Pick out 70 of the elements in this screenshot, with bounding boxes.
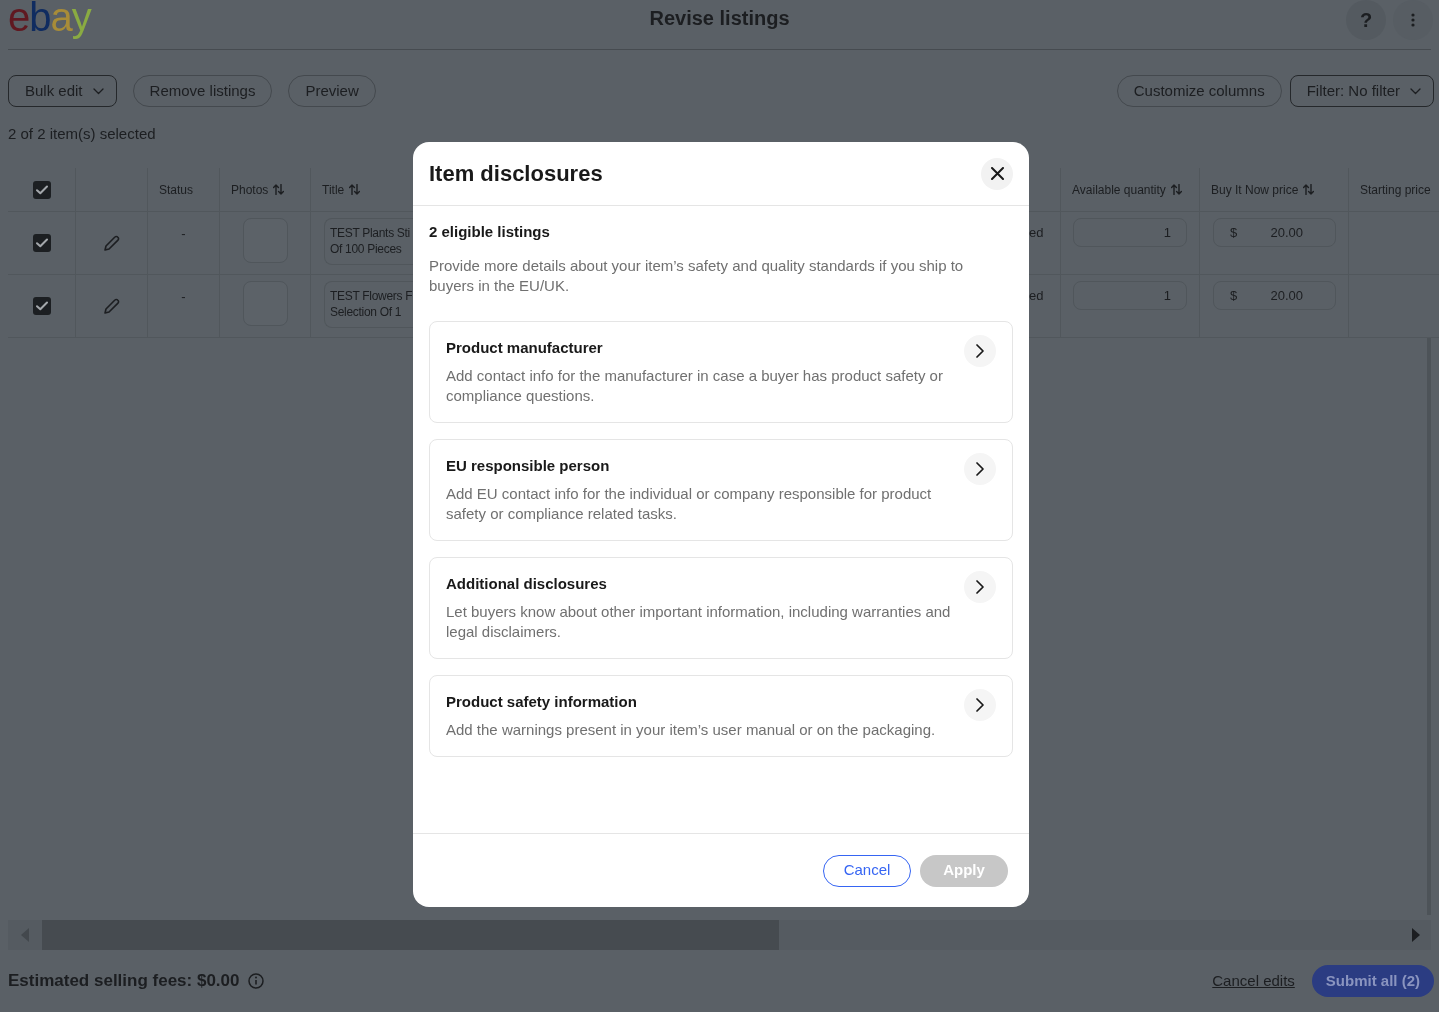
- sort-icon: [1303, 184, 1315, 195]
- chevron-right-icon: [976, 580, 984, 594]
- eligible-count: 2 eligible listings: [429, 222, 551, 242]
- card-title: EU responsible person: [446, 456, 611, 476]
- column-header: Starting price: [1360, 181, 1431, 199]
- open-button[interactable]: [964, 335, 996, 367]
- caret-right-icon: [1412, 928, 1420, 942]
- submit-button[interactable]: Submit all (2): [1311, 965, 1434, 997]
- column-header[interactable]: Photos: [231, 180, 285, 199]
- dialog-description: Provide more details about your item’s safety and quality standards if you ship to buyers in the EU/UK.: [429, 256, 965, 296]
- check-icon: [35, 184, 48, 195]
- pencil-icon: [102, 296, 121, 316]
- dropdown-button[interactable]: Bulk edit: [8, 75, 117, 107]
- check-icon: [35, 301, 48, 311]
- column-header[interactable]: Available quantity: [1072, 180, 1182, 199]
- card-description: Let buyers know about other important information, including warranties and legal disclaimers.: [446, 602, 952, 642]
- column-header[interactable]: Buy It Now price: [1211, 180, 1315, 199]
- chevron-down-icon: [1410, 87, 1421, 95]
- card-title: Product safety information: [446, 692, 638, 712]
- dialog-title: Item disclosures: [429, 159, 603, 188]
- row-checkbox[interactable]: [32, 297, 51, 315]
- disclosure-card[interactable]: Product manufacturer Add contact info for the manufacturer in case a buyer has product safety or compliance questions.: [429, 321, 1013, 423]
- chevron-right-icon: [976, 698, 984, 712]
- card-title: Additional disclosures: [446, 574, 608, 594]
- disclosure-card[interactable]: Additional disclosures Let buyers know about other important information, including warranties and legal disclaimers.: [429, 557, 1013, 659]
- logo[interactable]: ebay: [8, 0, 91, 40]
- status-value: -: [181, 226, 186, 242]
- info-icon: [247, 973, 264, 989]
- pencil-icon: [102, 233, 121, 253]
- currency-symbol: $: [1230, 286, 1238, 305]
- column-value: ed: [1029, 225, 1044, 241]
- sort-icon: [349, 184, 361, 195]
- chevron-right-icon: [976, 462, 984, 476]
- sort-icon: [273, 184, 285, 195]
- row-checkbox[interactable]: [32, 234, 51, 252]
- close-icon: [990, 167, 1004, 180]
- open-button[interactable]: [964, 571, 996, 603]
- help-button[interactable]: ?: [1346, 0, 1386, 40]
- quantity-field[interactable]: 1: [1073, 218, 1187, 247]
- more-icon: [1411, 13, 1415, 27]
- fees-summary: Estimated selling fees: $0.00: [8, 970, 240, 993]
- status-value: -: [181, 289, 186, 305]
- page-title: Revise listings: [649, 6, 790, 30]
- disclosure-card[interactable]: EU responsible person Add EU contact info for the individual or company responsible for product safety or compliance related tasks.: [429, 439, 1013, 541]
- column-header[interactable]: Title: [322, 180, 361, 199]
- open-button[interactable]: [964, 689, 996, 721]
- cancel-edits-link[interactable]: Cancel edits: [1212, 969, 1295, 993]
- price-field[interactable]: $ 20.00: [1213, 218, 1336, 247]
- price-value: 20.00: [1270, 223, 1303, 242]
- check-icon: [35, 238, 48, 248]
- chevron-right-icon: [976, 344, 984, 358]
- column-header: Status: [159, 181, 194, 199]
- chevron-down-icon: [92, 87, 104, 95]
- price-field[interactable]: $ 20.00: [1213, 281, 1336, 310]
- dropdown-button[interactable]: Filter: No filter: [1289, 75, 1434, 107]
- quantity-field[interactable]: 1: [1073, 281, 1187, 310]
- price-value: 20.00: [1270, 286, 1303, 305]
- currency-symbol: $: [1230, 223, 1238, 242]
- column-value: ed: [1029, 288, 1044, 304]
- sort-icon: [1170, 184, 1182, 195]
- card-title: Product manufacturer: [446, 338, 604, 358]
- card-description: Add contact info for the manufacturer in case a buyer has product safety or compliance questions.: [446, 366, 944, 406]
- close-button[interactable]: [981, 157, 1013, 190]
- selection-summary: 2 of 2 item(s) selected: [8, 124, 156, 144]
- open-button[interactable]: [964, 453, 996, 485]
- select-all-checkbox[interactable]: [32, 180, 51, 199]
- disclosure-card[interactable]: Product safety information Add the warnings present in your item’s user manual or on the packaging.: [429, 675, 1013, 757]
- card-description: Add EU contact info for the individual or company responsible for product safety or compliance related tasks.: [446, 484, 933, 524]
- card-description: Add the warnings present in your item’s user manual or on the packaging.: [446, 720, 937, 740]
- scrollbar-track[interactable]: [8, 920, 1431, 950]
